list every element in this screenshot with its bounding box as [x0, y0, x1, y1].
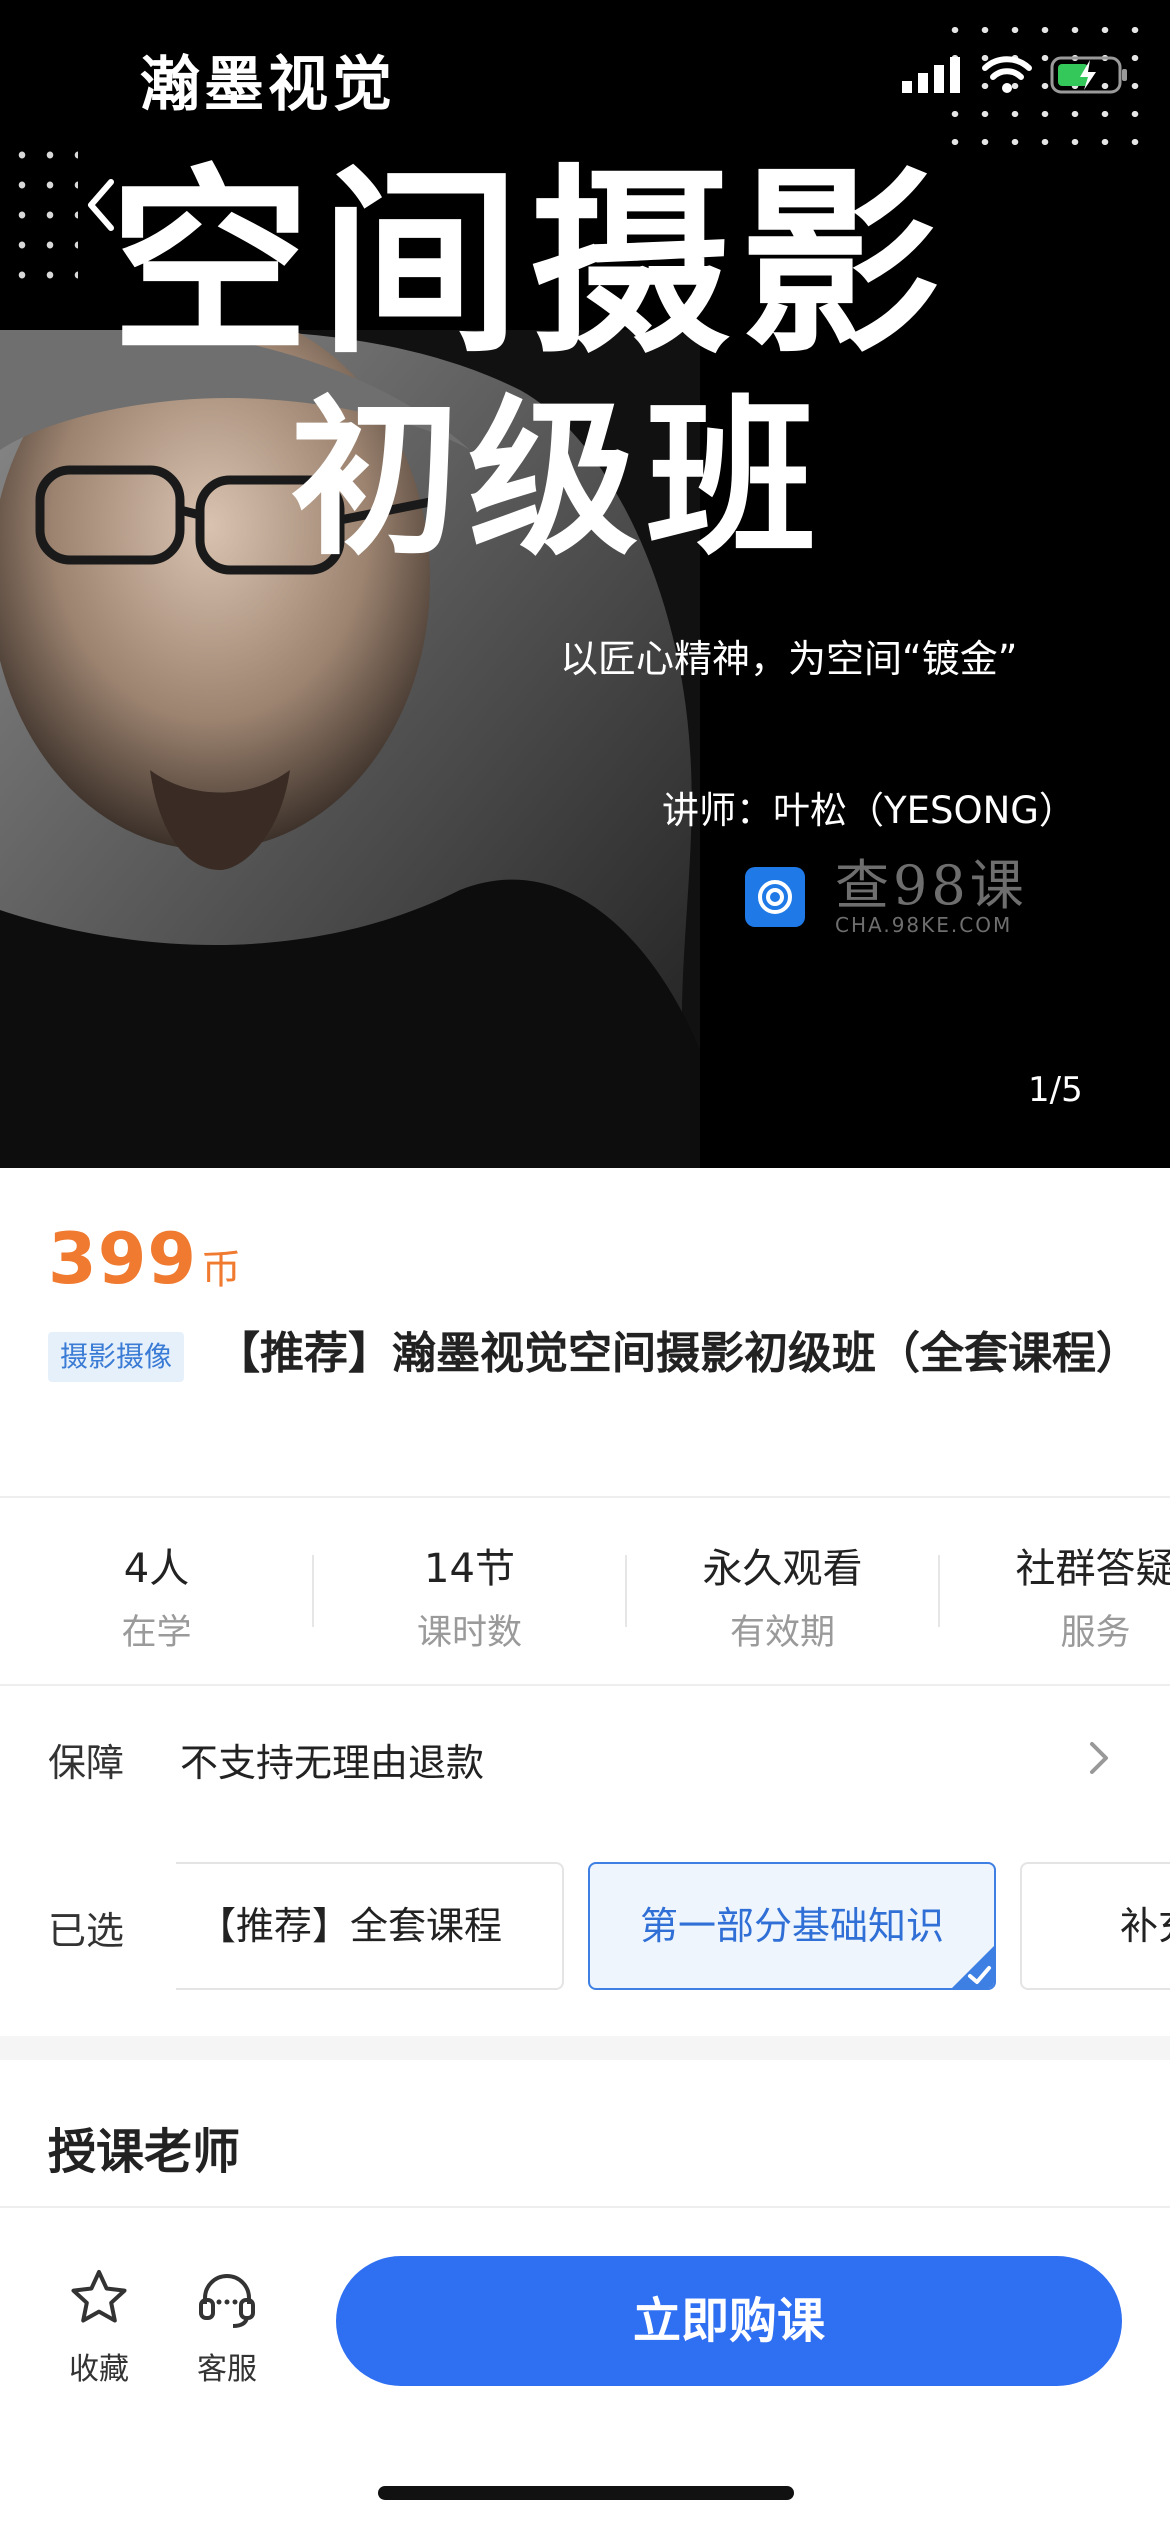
course-price: 399 币 — [48, 1218, 241, 1300]
option-supplement[interactable]: 补充 — [1020, 1862, 1170, 1990]
banner-title-line-2: 初级班 — [290, 381, 825, 579]
stat-label: 在学 — [121, 1613, 192, 1653]
brand-logo: 瀚墨视觉 — [140, 50, 396, 120]
stat-value: 永久观看 — [702, 1546, 863, 1592]
stat-label: 课时数 — [416, 1613, 522, 1653]
dot-pattern-decoration — [8, 140, 78, 300]
stat-learners: 4人 在学 — [0, 1500, 313, 1680]
bottom-action-bar: 收藏 客服 立即购课 — [0, 2206, 1170, 2534]
watermark: 查98课 CHA.98KE.COM — [745, 858, 1028, 936]
check-icon — [952, 1946, 994, 1988]
image-page-indicator: 1/5 — [1028, 1070, 1083, 1110]
watermark-logo-icon — [745, 867, 805, 927]
banner-slogan: 以匠心精神，为空间“镀金” — [560, 637, 1018, 681]
course-banner[interactable]: 瀚墨视觉 空间摄影 初级班 以匠心精神，为空间“镀金” 讲师：叶松（YESONG… — [0, 0, 1170, 1168]
home-indicator[interactable] — [378, 2486, 794, 2500]
divider — [0, 1684, 1170, 1686]
stat-value: 社群答疑 — [1015, 1546, 1170, 1592]
guarantee-label: 保障 — [48, 1741, 125, 1785]
stat-lessons: 14节 课时数 — [313, 1500, 626, 1680]
favorite-label: 收藏 — [69, 2352, 129, 2387]
divider — [0, 1496, 1170, 1498]
price-unit: 币 — [201, 1247, 242, 1293]
service-label: 客服 — [197, 2352, 257, 2387]
stat-label: 服务 — [1060, 1613, 1131, 1653]
stat-value: 4人 — [123, 1546, 190, 1592]
favorite-button[interactable]: 收藏 — [44, 2266, 154, 2388]
watermark-url: CHA.98KE.COM — [835, 913, 1013, 937]
course-stats: 4人 在学 14节 课时数 永久观看 有效期 社群答疑 服务 — [0, 1500, 1170, 1680]
price-amount: 399 — [48, 1218, 198, 1300]
teacher-section-heading: 授课老师 — [48, 2124, 241, 2180]
selected-label: 已选 — [48, 1909, 125, 1953]
selected-options-row: 已选 【推荐】全套课程 第一部分基础知识 补充 — [0, 1862, 1170, 1994]
section-separator — [0, 2036, 1170, 2060]
banner-title-line-1: 空间摄影 — [110, 148, 951, 381]
stat-service: 社群答疑 服务 — [939, 1500, 1170, 1680]
option-label: 第一部分基础知识 — [639, 1904, 944, 1948]
stat-validity: 永久观看 有效期 — [626, 1500, 939, 1680]
category-tag[interactable]: 摄影摄像 — [48, 1332, 185, 1382]
stat-value: 14节 — [424, 1546, 515, 1592]
signal-icon — [902, 57, 960, 93]
watermark-text: 查98课 — [835, 854, 1028, 917]
guarantee-value: 不支持无理由退款 — [180, 1741, 485, 1785]
option-part-one-basics[interactable]: 第一部分基础知识 — [588, 1862, 996, 1990]
chevron-right-icon — [1090, 1742, 1108, 1774]
status-bar — [902, 50, 1130, 100]
guarantee-row[interactable]: 保障 不支持无理由退款 — [0, 1720, 1170, 1800]
banner-lecturer: 讲师：叶松（YESONG） — [662, 789, 1076, 832]
star-icon — [71, 2270, 127, 2323]
battery-charging-icon — [1050, 56, 1127, 94]
option-full-course[interactable]: 【推荐】全套课程 — [176, 1862, 564, 1990]
customer-service-button[interactable]: 客服 — [172, 2266, 282, 2388]
headset-icon — [199, 2274, 255, 2328]
wifi-icon — [982, 56, 1032, 93]
course-title: 【推荐】瀚墨视觉空间摄影初级班（全套课程） — [216, 1328, 1140, 1379]
stat-label: 有效期 — [729, 1613, 835, 1653]
buy-now-button[interactable]: 立即购课 — [336, 2256, 1122, 2386]
